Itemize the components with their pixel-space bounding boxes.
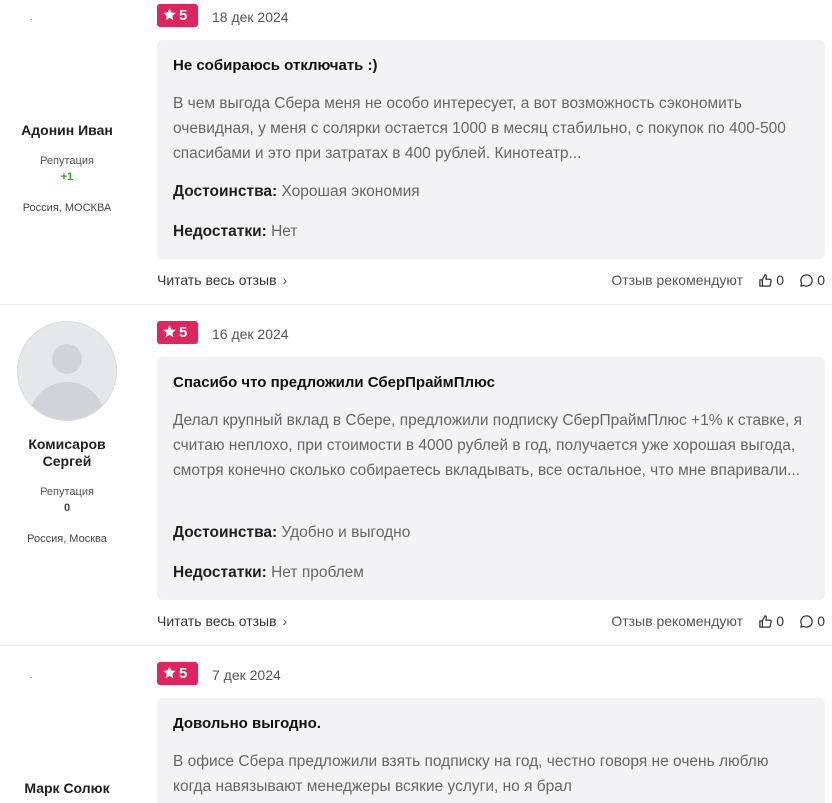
review-title[interactable]: Спасибо что предложили СберПраймПлюс xyxy=(173,374,495,391)
pros-label: Достоинства: xyxy=(173,524,278,541)
star-icon xyxy=(163,8,176,21)
rating-badge: 5 xyxy=(157,662,198,685)
author-name[interactable]: Комисаров Сергей xyxy=(0,436,134,470)
review-text: В офисе Сбера предложили взять подписку … xyxy=(173,753,769,795)
review-text: Делал крупный вклад в Сбере, предложили … xyxy=(173,412,802,479)
review-date: 18 дек 2024 xyxy=(212,9,289,25)
read-more-link[interactable]: Читать весь отзыв › xyxy=(157,270,287,290)
read-more-label: Читать весь отзыв xyxy=(157,272,277,288)
review-pros: Достоинства: Хорошая экономия xyxy=(173,183,420,201)
author-avatar-broken[interactable]: . xyxy=(0,12,134,22)
recommend-label: Отзыв рекомендуют xyxy=(611,272,743,288)
author-name[interactable]: Марк Солюк xyxy=(0,780,134,797)
review-footer: Читать весь отзыв › Отзыв рекомендуют 0 0 xyxy=(157,270,825,290)
review-card[interactable]: Не собираюсь отключать :) В чем выгода С… xyxy=(157,40,825,259)
author-location: Россия, МОСКВА xyxy=(22,202,112,214)
review-date: 7 дек 2024 xyxy=(212,667,281,683)
review-item: . Марк Солюк 5 7 дек 2024 Довольно выгод… xyxy=(0,646,832,803)
review-title[interactable]: Довольно выгодно. xyxy=(173,715,321,732)
avatar-head-shape xyxy=(52,344,82,374)
read-more-label: Читать весь отзыв xyxy=(157,613,277,629)
review-footer: Читать весь отзыв › Отзыв рекомендуют 0 0 xyxy=(157,611,825,631)
cons-text: Нет xyxy=(271,223,298,240)
review-title[interactable]: Не собираюсь отключать :) xyxy=(173,57,378,74)
rating-badge: 5 xyxy=(157,4,198,27)
review-cons: Недостатки: Нет проблем xyxy=(173,564,364,582)
author-avatar[interactable] xyxy=(17,321,117,421)
comments-button[interactable]: 0 xyxy=(799,270,825,290)
cons-text: Нет проблем xyxy=(271,564,364,581)
pros-label: Достоинства: xyxy=(173,183,278,200)
review-author: Комисаров Сергей Репутация 0 Россия, Мос… xyxy=(0,321,134,546)
author-location: Россия, Москва xyxy=(27,533,107,545)
review-cons: Недостатки: Нет xyxy=(173,223,298,241)
review-author: . Адонин Иван Репутация +1 Россия, МОСКВ… xyxy=(0,12,134,215)
pros-text: Хорошая экономия xyxy=(281,183,420,200)
review-card[interactable]: Спасибо что предложили СберПраймПлюс Дел… xyxy=(157,357,825,600)
avatar-body-shape xyxy=(29,382,105,420)
star-icon xyxy=(163,325,176,338)
recommend-label: Отзыв рекомендуют xyxy=(611,613,743,629)
reputation-label: Репутация xyxy=(40,155,94,167)
cons-label: Недостатки: xyxy=(173,223,267,240)
like-button[interactable]: 0 xyxy=(758,611,784,631)
chevron-right-icon: › xyxy=(282,613,288,629)
review-pros: Достоинства: Удобно и выгодно xyxy=(173,524,410,542)
comments-button[interactable]: 0 xyxy=(799,611,825,631)
reputation-value: +1 xyxy=(60,171,74,183)
thumbs-up-icon xyxy=(759,274,772,287)
thumbs-up-icon xyxy=(759,615,772,628)
comments-count: 0 xyxy=(817,613,825,629)
chevron-right-icon: › xyxy=(282,272,288,288)
likes-count: 0 xyxy=(776,613,784,629)
review-card[interactable]: Довольно выгодно. В офисе Сбера предложи… xyxy=(157,698,825,803)
star-icon xyxy=(163,666,176,679)
author-avatar-broken[interactable]: . xyxy=(0,670,134,680)
pros-text: Удобно и выгодно xyxy=(281,524,411,541)
rating-badge: 5 xyxy=(157,321,198,344)
reputation-label: Репутация xyxy=(40,486,94,498)
read-more-link[interactable]: Читать весь отзыв › xyxy=(157,611,287,631)
reputation-value: 0 xyxy=(63,502,71,514)
comments-count: 0 xyxy=(817,272,825,288)
review-text: В чем выгода Сбера меня не особо интерес… xyxy=(173,95,786,162)
rating-value: 5 xyxy=(179,665,188,682)
review-date: 16 дек 2024 xyxy=(212,326,289,342)
review-author: . Марк Солюк xyxy=(0,670,134,797)
review-item: . Адонин Иван Репутация +1 Россия, МОСКВ… xyxy=(0,0,832,305)
comment-icon xyxy=(800,615,813,628)
review-item: Комисаров Сергей Репутация 0 Россия, Мос… xyxy=(0,305,832,646)
rating-value: 5 xyxy=(179,7,188,24)
comment-icon xyxy=(800,274,813,287)
like-button[interactable]: 0 xyxy=(758,270,784,290)
likes-count: 0 xyxy=(776,272,784,288)
author-name[interactable]: Адонин Иван xyxy=(0,122,134,139)
rating-value: 5 xyxy=(179,324,188,341)
cons-label: Недостатки: xyxy=(173,564,267,581)
